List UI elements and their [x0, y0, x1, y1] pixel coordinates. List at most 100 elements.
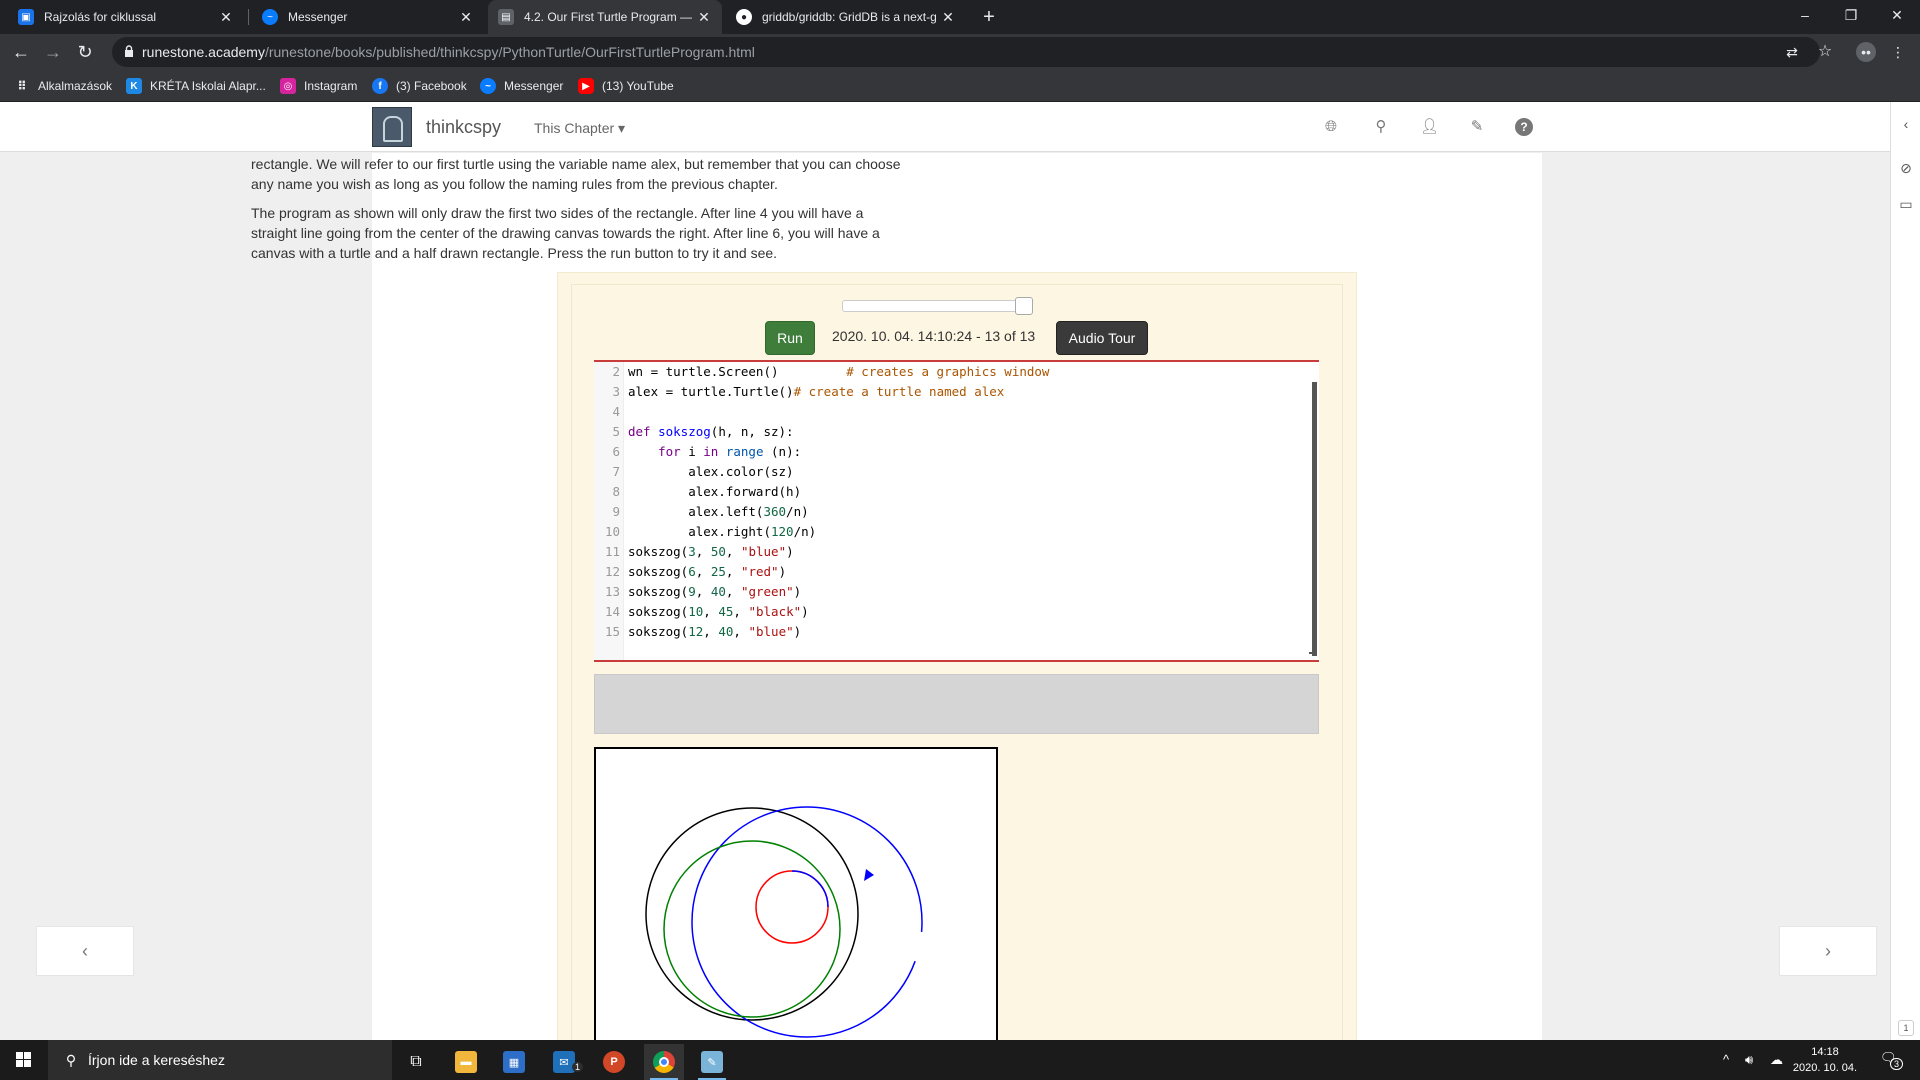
close-window-button[interactable]: ✕ [1874, 0, 1920, 30]
address-bar[interactable]: runestone.academy/runestone/books/publis… [112, 37, 1820, 67]
line-number: 4 [612, 404, 620, 419]
reload-button[interactable]: ↻ [73, 40, 97, 64]
search-icon[interactable]: ⚲ [1372, 118, 1390, 136]
back-button[interactable]: ← [9, 40, 33, 64]
bookmark-messenger[interactable]: ~ Messenger [480, 78, 563, 94]
editor-scrollbar[interactable] [1312, 382, 1317, 656]
close-icon[interactable]: ✕ [218, 9, 234, 26]
more-menu-icon[interactable]: ⋮ [1888, 42, 1908, 62]
mail-icon[interactable]: ✉ 1 [544, 1044, 584, 1080]
code-editor[interactable]: 2 wn = turtle.Screen() # creates a graphi… [594, 360, 1319, 662]
run-button[interactable]: Run [765, 321, 815, 355]
code-line[interactable]: 11 sokszog(3, 50, "blue") [594, 542, 1304, 562]
notification-center-icon[interactable]: 🗨︎ 3 [1880, 1050, 1904, 1070]
globe-icon[interactable]: 🌐︎ [1322, 118, 1340, 136]
bookmark-label: Alkalmazások [38, 79, 113, 93]
taskbar-search[interactable]: ⚲ Írjon ide a kereséshez [48, 1040, 392, 1080]
tab-griddb[interactable]: ● griddb/griddb: GridDB is a next-g ✕ [726, 0, 966, 34]
chapter-menu[interactable]: This Chapter ▾ [534, 120, 625, 137]
lock-icon [125, 45, 133, 57]
volume-icon[interactable]: 🔊︎ [1745, 1052, 1753, 1068]
bookmark-apps[interactable]: ⠿ Alkalmazások [14, 78, 112, 94]
tab-turtle-program[interactable]: ▤ 4.2. Our First Turtle Program — H ✕ [488, 0, 722, 34]
code-line[interactable]: 6 for i in range (n): [594, 442, 1304, 462]
url-path: /runestone/books/published/thinkcspy/Pyt… [264, 44, 755, 60]
code-line[interactable]: 2 wn = turtle.Screen() # creates a graphi… [594, 362, 1304, 382]
code-line[interactable]: 3 alex = turtle.Turtle()# create a turtle… [594, 382, 1304, 402]
minimize-button[interactable]: – [1782, 0, 1828, 30]
code-text: wn = turtle.Screen() # creates a graphic… [628, 364, 1050, 379]
system-clock[interactable]: 14:18 2020. 10. 04. [1784, 1044, 1866, 1076]
notification-count: 3 [1890, 1058, 1904, 1070]
close-icon[interactable]: ✕ [696, 9, 712, 26]
code-text: alex.color(sz) [628, 464, 794, 479]
bookmark-kreta[interactable]: K KRÉTA Iskolai Alapr... [126, 78, 266, 94]
page-viewport: thinkcspy This Chapter ▾ 🌐︎ ⚲ 👤︎ ✎ ? rec… [0, 102, 1920, 1040]
tab-messenger[interactable]: ~ Messenger ✕ [252, 0, 484, 34]
notepad-icon[interactable]: ✎ [692, 1044, 732, 1080]
onedrive-cloud-icon[interactable]: ☁ [1770, 1052, 1783, 1068]
bookmark-youtube[interactable]: ▶ (13) YouTube [578, 78, 674, 94]
code-line[interactable]: 8 alex.forward(h) [594, 482, 1304, 502]
program-output [594, 674, 1319, 734]
microsoft-store-icon[interactable]: ▦ [494, 1044, 534, 1080]
tab-rajzolas[interactable]: ▣ Rajzolás for ciklussal ✕ [8, 0, 244, 34]
brand-name[interactable]: thinkcspy [426, 117, 501, 138]
code-line[interactable]: 10 alex.right(120/n) [594, 522, 1304, 542]
chevron-left-icon: ‹ [82, 941, 88, 961]
powerpoint-icon[interactable]: P [594, 1044, 634, 1080]
code-line[interactable]: 4 [594, 402, 1304, 422]
pencil-icon[interactable]: ✎ [1468, 118, 1486, 136]
bookmark-label: KRÉTA Iskolai Alapr... [150, 79, 266, 93]
code-line[interactable]: 5 def sokszog(h, n, sz): [594, 422, 1304, 442]
line-number: 15 [604, 624, 620, 639]
restore-button[interactable]: ❐ [1828, 0, 1874, 30]
code-line[interactable]: 9 alex.left(360/n) [594, 502, 1304, 522]
task-view-icon[interactable]: ⧉ [396, 1044, 436, 1080]
code-line[interactable]: 15 sokszog(12, 40, "blue") [594, 622, 1304, 642]
search-icon: ⚲ [65, 1052, 77, 1068]
new-tab-button[interactable]: + [977, 5, 1001, 29]
runestone-logo[interactable] [372, 107, 412, 147]
close-icon[interactable]: ✕ [458, 9, 474, 26]
history-slider-thumb[interactable] [1015, 297, 1033, 315]
code-text: sokszog(10, 45, "black") [628, 604, 809, 619]
code-line[interactable]: 12 sokszog(6, 25, "red") [594, 562, 1304, 582]
facebook-icon: f [372, 78, 388, 94]
translate-icon[interactable]: ⇄ [1782, 42, 1802, 62]
prev-page-button[interactable]: ‹ [36, 926, 134, 976]
line-number: 12 [604, 564, 620, 579]
next-page-button[interactable]: › [1779, 926, 1877, 976]
apps-grid-icon: ⠿ [17, 79, 27, 93]
url-text[interactable]: runestone.academy/runestone/books/publis… [142, 44, 755, 60]
bookmark-instagram[interactable]: ◎ Instagram [280, 78, 357, 94]
code-text: sokszog(3, 50, "blue") [628, 544, 794, 559]
profile-avatar[interactable]: •• [1856, 42, 1876, 62]
code-text: alex = turtle.Turtle()# create a turtle … [628, 384, 1005, 399]
eye-off-icon[interactable]: ⊘ [1896, 158, 1916, 178]
resize-handle[interactable] [1309, 646, 1317, 654]
close-icon[interactable]: ✕ [940, 9, 956, 26]
kreta-icon: K [126, 78, 142, 94]
audio-tour-button[interactable]: Audio Tour [1056, 321, 1148, 355]
site-navbar: thinkcspy This Chapter ▾ 🌐︎ ⚲ 👤︎ ✎ ? [0, 102, 1890, 152]
help-icon[interactable]: ? [1515, 118, 1533, 136]
note-icon[interactable]: ▭ [1896, 194, 1916, 214]
code-line[interactable]: 14 sokszog(10, 45, "black") [594, 602, 1304, 622]
tab-title: 4.2. Our First Turtle Program — H [524, 10, 696, 24]
line-number: 10 [604, 524, 620, 539]
star-icon[interactable]: ☆ [1815, 42, 1835, 62]
chevron-left-icon[interactable]: ‹ [1896, 114, 1916, 134]
history-slider[interactable] [842, 300, 1032, 312]
show-hidden-icons-chevron[interactable]: ^ [1723, 1052, 1729, 1067]
code-line[interactable]: 13 sokszog(9, 40, "green") [594, 582, 1304, 602]
windows-start-button[interactable] [0, 1040, 46, 1080]
bookmark-label: (13) YouTube [602, 79, 674, 93]
chrome-icon[interactable] [644, 1044, 684, 1080]
bookmark-facebook[interactable]: f (3) Facebook [372, 78, 467, 94]
user-icon[interactable]: 👤︎ [1420, 118, 1439, 136]
file-explorer-icon[interactable]: ▬ [446, 1044, 486, 1080]
code-line[interactable]: 7 alex.color(sz) [594, 462, 1304, 482]
forward-button[interactable]: → [41, 40, 65, 64]
line-number: 13 [604, 584, 620, 599]
